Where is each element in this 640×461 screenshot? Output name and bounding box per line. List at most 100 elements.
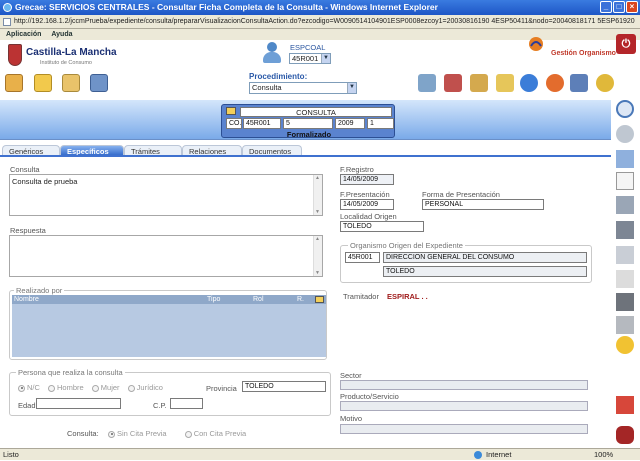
document-icon[interactable] — [616, 172, 634, 190]
sector-label: Sector — [340, 371, 362, 380]
pages-icon[interactable] — [616, 196, 634, 214]
radio-sin-cita-label: Sin Cita Previa — [117, 429, 167, 438]
respuesta-textarea[interactable] — [9, 235, 323, 277]
edad-label: Edad — [18, 401, 36, 410]
forma-field[interactable] — [422, 199, 544, 210]
close-button[interactable]: × — [626, 1, 638, 13]
respuesta-label: Respuesta — [10, 226, 46, 235]
realizado-table: Nombre Tipo Rol R. — [12, 295, 326, 357]
brand-logo: Castilla-La Mancha Instituto de Consumo — [8, 44, 128, 70]
tramitador-label: Tramitador — [343, 292, 379, 301]
binders-icon[interactable] — [616, 221, 634, 239]
col-nombre: Nombre — [14, 296, 39, 303]
window-titlebar: Grecae: SERVICIOS CENTRALES - Consultar … — [0, 0, 640, 15]
magnifier-icon[interactable] — [616, 100, 634, 118]
col-tipo: Tipo — [207, 296, 221, 303]
consulta-label: Consulta — [10, 165, 40, 174]
sector-field[interactable] — [340, 380, 588, 390]
motivo-field[interactable] — [340, 424, 588, 434]
edad-field[interactable] — [36, 398, 121, 409]
address-bar[interactable]: http://192.168.1.2/jccmPrueba/expediente… — [0, 15, 640, 29]
cell-office — [243, 118, 281, 129]
archive-icon[interactable] — [470, 74, 488, 92]
scrollbar[interactable] — [313, 175, 322, 215]
cell-year — [335, 118, 365, 129]
zoom-level[interactable]: 100% — [594, 449, 613, 461]
radio-nc[interactable] — [18, 384, 25, 392]
menu-item-aplicacion[interactable]: Aplicación — [6, 31, 41, 38]
gears-icon[interactable] — [596, 74, 614, 92]
col-r: R. — [297, 296, 304, 303]
brand-subtitle: Instituto de Consumo — [40, 60, 92, 66]
radio-mujer[interactable] — [91, 384, 99, 392]
org-city-field — [383, 266, 587, 277]
laptop-icon[interactable] — [418, 74, 436, 92]
user-group-value: 45R001 — [292, 54, 319, 63]
maximize-button[interactable]: □ — [613, 1, 625, 13]
computer-folder-icon[interactable] — [90, 74, 108, 92]
radio-sin-cita[interactable] — [108, 430, 115, 438]
radio-nc-label: N/C — [27, 383, 40, 392]
sexo-radio-group: N/C Hombre Mujer Jurídico — [18, 383, 163, 392]
radio-hombre-label: Hombre — [57, 383, 84, 392]
procedimiento-select[interactable]: Consulta ▼ — [249, 82, 357, 94]
provincia-field[interactable] — [242, 381, 326, 392]
tab-underline — [0, 155, 611, 157]
back-icon[interactable] — [616, 125, 634, 143]
brand-name: Castilla-La Mancha — [26, 47, 117, 58]
folder-icon[interactable] — [315, 296, 324, 303]
user-icon — [262, 42, 282, 64]
localidad-label: Localidad Origen — [340, 212, 397, 221]
org-code-field — [345, 252, 380, 263]
consulta-box: CONSULTA Formalizado — [221, 104, 395, 139]
cp-label: C.P. — [153, 401, 167, 410]
col-rol: Rol — [253, 296, 264, 303]
radio-con-cita[interactable] — [184, 430, 192, 438]
consulta-cita-label: Consulta: — [67, 429, 99, 438]
address-url[interactable]: http://192.168.1.2/jccmPrueba/expediente… — [14, 18, 635, 25]
stamp-icon[interactable] — [496, 74, 514, 92]
stack-icon[interactable] — [616, 150, 634, 168]
procedimiento-label: Procedimiento: — [249, 72, 308, 81]
procedimiento-value: Consulta — [252, 83, 282, 92]
car-icon[interactable] — [616, 426, 634, 444]
fpresentacion-field[interactable] — [340, 199, 394, 210]
window-controls: _ □ × — [600, 1, 638, 13]
minimize-button[interactable]: _ — [600, 1, 612, 13]
folder-open-icon[interactable] — [34, 74, 52, 92]
menu-bar: Aplicación Ayuda — [0, 29, 640, 40]
user-plus-icon[interactable] — [570, 74, 588, 92]
folder-icon[interactable] — [226, 107, 236, 115]
fpresentacion-label: F.Presentación — [340, 190, 390, 199]
power-icon[interactable]: ⏻ — [616, 34, 636, 54]
localidad-field[interactable] — [340, 221, 424, 232]
world-map-icon[interactable] — [546, 74, 564, 92]
cp-field[interactable] — [170, 398, 203, 409]
books-icon[interactable] — [444, 74, 462, 92]
folder-icon[interactable] — [62, 74, 80, 92]
consulta-textarea[interactable]: Consulta de prueba — [9, 174, 323, 216]
scales-icon[interactable] — [616, 246, 634, 264]
gestion-organismo-label[interactable]: Gestión Organismo — [551, 50, 616, 57]
fregistro-field — [340, 174, 394, 185]
radio-hombre[interactable] — [48, 384, 56, 392]
gestion-organismo-icon[interactable] — [528, 36, 544, 52]
motivo-label: Motivo — [340, 414, 363, 423]
folder-key-icon[interactable] — [5, 74, 23, 92]
forma-label: Forma de Presentación — [422, 190, 500, 199]
trash-icon[interactable] — [616, 293, 634, 311]
sun-icon[interactable] — [616, 336, 634, 354]
user-group-select[interactable]: 45R001 ▼ — [289, 53, 331, 64]
radio-juridico[interactable] — [127, 384, 135, 392]
printer-icon[interactable] — [616, 316, 634, 334]
menu-item-ayuda[interactable]: Ayuda — [51, 31, 72, 38]
globe-icon[interactable] — [520, 74, 538, 92]
tools-icon[interactable] — [616, 396, 634, 414]
realizado-legend: Realizado por — [14, 286, 65, 295]
scrollbar[interactable] — [313, 236, 322, 276]
tramitador-value: ESPIRAL . . — [387, 292, 428, 301]
producto-field[interactable] — [340, 401, 588, 411]
fregistro-label: F.Registro — [340, 165, 374, 174]
right-sidebar — [611, 100, 640, 448]
attach-icon[interactable] — [616, 270, 634, 288]
